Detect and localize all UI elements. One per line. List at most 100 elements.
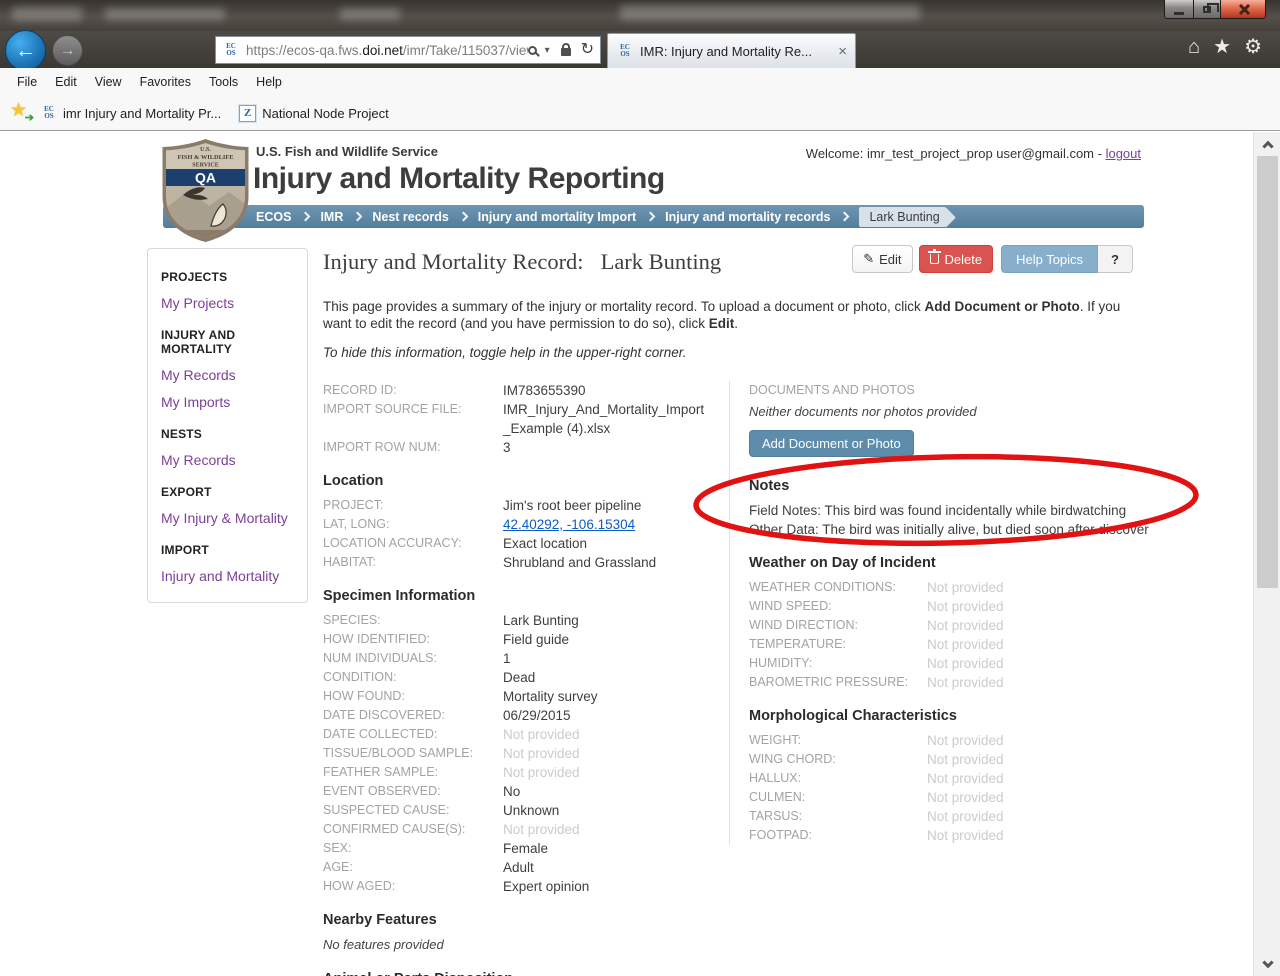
- favorite-national-node-link[interactable]: Z National Node Project: [239, 105, 388, 122]
- blurred-background: [340, 8, 400, 20]
- back-arrow-icon: ←: [15, 39, 36, 63]
- menu-edit[interactable]: Edit: [46, 71, 86, 93]
- other-data-line: Other Data: The bird was initially alive…: [749, 520, 1135, 539]
- edit-button[interactable]: ✎Edit: [852, 245, 912, 273]
- detail-row: LAT, LONG:42.40292, -106.15304: [323, 515, 711, 534]
- breadcrumb-import[interactable]: Injury and mortality Import: [478, 210, 636, 224]
- section-heading-location: Location: [323, 471, 711, 491]
- sidebar-heading-export: EXPORT: [161, 485, 299, 499]
- section-heading-specimen: Specimen Information: [323, 586, 711, 606]
- detail-row: HUMIDITY:Not provided: [749, 654, 1135, 673]
- sidebar: PROJECTS My Projects INJURY AND MORTALIT…: [147, 248, 308, 603]
- menu-tools[interactable]: Tools: [200, 71, 247, 93]
- lat-long-link[interactable]: 42.40292, -106.15304: [503, 517, 635, 532]
- blurred-background: [105, 8, 225, 20]
- page-scrollbar[interactable]: [1253, 132, 1280, 976]
- url-text[interactable]: https://ecos-qa.fws.doi.net/imr/Take/115…: [246, 43, 528, 58]
- address-bar[interactable]: ECOS https://ecos-qa.fws.doi.net/imr/Tak…: [215, 36, 601, 64]
- detail-row: RECORD ID:IM783655390: [323, 381, 711, 400]
- minimize-icon: [1174, 12, 1184, 15]
- blurred-background: [12, 7, 82, 21]
- chevron-right-icon: [840, 212, 850, 222]
- close-button[interactable]: [1220, 0, 1266, 19]
- breadcrumb-ecos[interactable]: ECOS: [256, 210, 291, 224]
- breadcrumb-nest-records[interactable]: Nest records: [372, 210, 448, 224]
- svg-text:SERVICE: SERVICE: [192, 163, 218, 169]
- window-titlebar: [0, 0, 1280, 31]
- detail-row: BAROMETRIC PRESSURE:Not provided: [749, 673, 1135, 692]
- chevron-right-icon: [353, 212, 363, 222]
- nearby-features-note: No features provided: [323, 935, 711, 954]
- minimize-button[interactable]: [1164, 0, 1194, 19]
- sidebar-item-my-imports[interactable]: My Imports: [161, 394, 299, 410]
- add-document-button[interactable]: Add Document or Photo: [749, 430, 914, 457]
- field-notes-line: Field Notes: This bird was found inciden…: [749, 501, 1135, 520]
- add-favorite-icon[interactable]: ★ ➔: [10, 102, 32, 124]
- scroll-up-button[interactable]: [1257, 133, 1278, 156]
- menu-view[interactable]: View: [86, 71, 131, 93]
- help-topics-button[interactable]: Help Topics: [1001, 245, 1098, 273]
- menu-help[interactable]: Help: [247, 71, 291, 93]
- help-question-button[interactable]: ?: [1098, 245, 1133, 273]
- detail-row: HOW IDENTIFIED:Field guide: [323, 630, 711, 649]
- welcome-text: Welcome: imr_test_project_prop user@gmai…: [806, 146, 1141, 161]
- breadcrumb-records[interactable]: Injury and mortality records: [665, 210, 830, 224]
- browser-tab[interactable]: ECOS IMR: Injury and Mortality Re... ×: [607, 33, 856, 68]
- chevron-right-icon: [646, 212, 656, 222]
- help-note: To hide this information, toggle help in…: [323, 345, 1135, 360]
- blurred-background: [620, 5, 920, 20]
- menu-file[interactable]: File: [8, 71, 46, 93]
- sidebar-item-export-injury-mortality[interactable]: My Injury & Mortality: [161, 510, 299, 526]
- scroll-down-button[interactable]: [1257, 952, 1278, 975]
- lock-icon: [561, 48, 571, 56]
- detail-row: HALLUX:Not provided: [749, 769, 1135, 788]
- chevron-right-icon: [458, 212, 468, 222]
- restore-icon: [1203, 6, 1211, 13]
- detail-row: SUSPECTED CAUSE:Unknown: [323, 801, 711, 820]
- record-id-value: IM783655390: [503, 381, 586, 400]
- tab-close-icon[interactable]: ×: [838, 43, 847, 60]
- main-content: Injury and Mortality Record:Lark Bunting…: [323, 249, 1135, 976]
- sidebar-item-import-injury-mortality[interactable]: Injury and Mortality: [161, 568, 299, 584]
- gear-icon[interactable]: ⚙: [1244, 37, 1262, 57]
- sidebar-item-nest-records[interactable]: My Records: [161, 452, 299, 468]
- sidebar-item-my-records[interactable]: My Records: [161, 367, 299, 383]
- ecos-favicon: ECOS: [222, 43, 240, 58]
- detail-row: AGE:Adult: [323, 858, 711, 877]
- detail-row: WIND SPEED:Not provided: [749, 597, 1135, 616]
- breadcrumb-imr[interactable]: IMR: [320, 210, 343, 224]
- back-button[interactable]: ←: [5, 30, 46, 71]
- search-icon[interactable]: [528, 46, 537, 55]
- chevron-down-icon[interactable]: ▾: [545, 45, 550, 56]
- svg-text:FISH & WILDLIFE: FISH & WILDLIFE: [178, 154, 234, 161]
- detail-row: DATE DISCOVERED:06/29/2015: [323, 706, 711, 725]
- detail-row: FOOTPAD:Not provided: [749, 826, 1135, 845]
- home-icon[interactable]: ⌂: [1188, 37, 1200, 57]
- section-heading-disposition: Animal or Parts Disposition: [323, 969, 711, 976]
- close-icon: [1237, 3, 1250, 16]
- refresh-icon[interactable]: ↻: [581, 42, 594, 58]
- detail-row: SPECIES:Lark Bunting: [323, 611, 711, 630]
- detail-row: SEX:Female: [323, 839, 711, 858]
- logout-link[interactable]: logout: [1106, 146, 1141, 161]
- forward-button[interactable]: →: [52, 35, 83, 66]
- documents-photos-note: Neither documents nor photos provided: [749, 402, 1135, 421]
- favorites-star-icon[interactable]: ★: [1213, 37, 1231, 57]
- restore-button[interactable]: [1193, 0, 1221, 19]
- sidebar-item-my-projects[interactable]: My Projects: [161, 295, 299, 311]
- favorite-imr-link[interactable]: ECOS imr Injury and Mortality Pr...: [40, 106, 221, 121]
- record-species-name: Lark Bunting: [601, 249, 722, 274]
- z-icon: Z: [239, 105, 256, 122]
- green-arrow-icon: ➔: [25, 111, 34, 124]
- detail-row: IMPORT SOURCE FILE:IMR_Injury_And_Mortal…: [323, 400, 711, 438]
- delete-button[interactable]: Delete: [919, 245, 994, 273]
- chevron-up-icon: [1262, 140, 1273, 151]
- menu-favorites[interactable]: Favorites: [131, 71, 200, 93]
- detail-row: WIND DIRECTION:Not provided: [749, 616, 1135, 635]
- scrollbar-thumb[interactable]: [1257, 156, 1278, 588]
- sidebar-heading-injury-mortality: INJURY AND MORTALITY: [161, 328, 299, 356]
- page-title: Injury and Mortality Record:Lark Bunting: [323, 249, 721, 274]
- ecos-favicon: ECOS: [40, 106, 58, 121]
- detail-row: WING CHORD:Not provided: [749, 750, 1135, 769]
- detail-row: FEATHER SAMPLE:Not provided: [323, 763, 711, 782]
